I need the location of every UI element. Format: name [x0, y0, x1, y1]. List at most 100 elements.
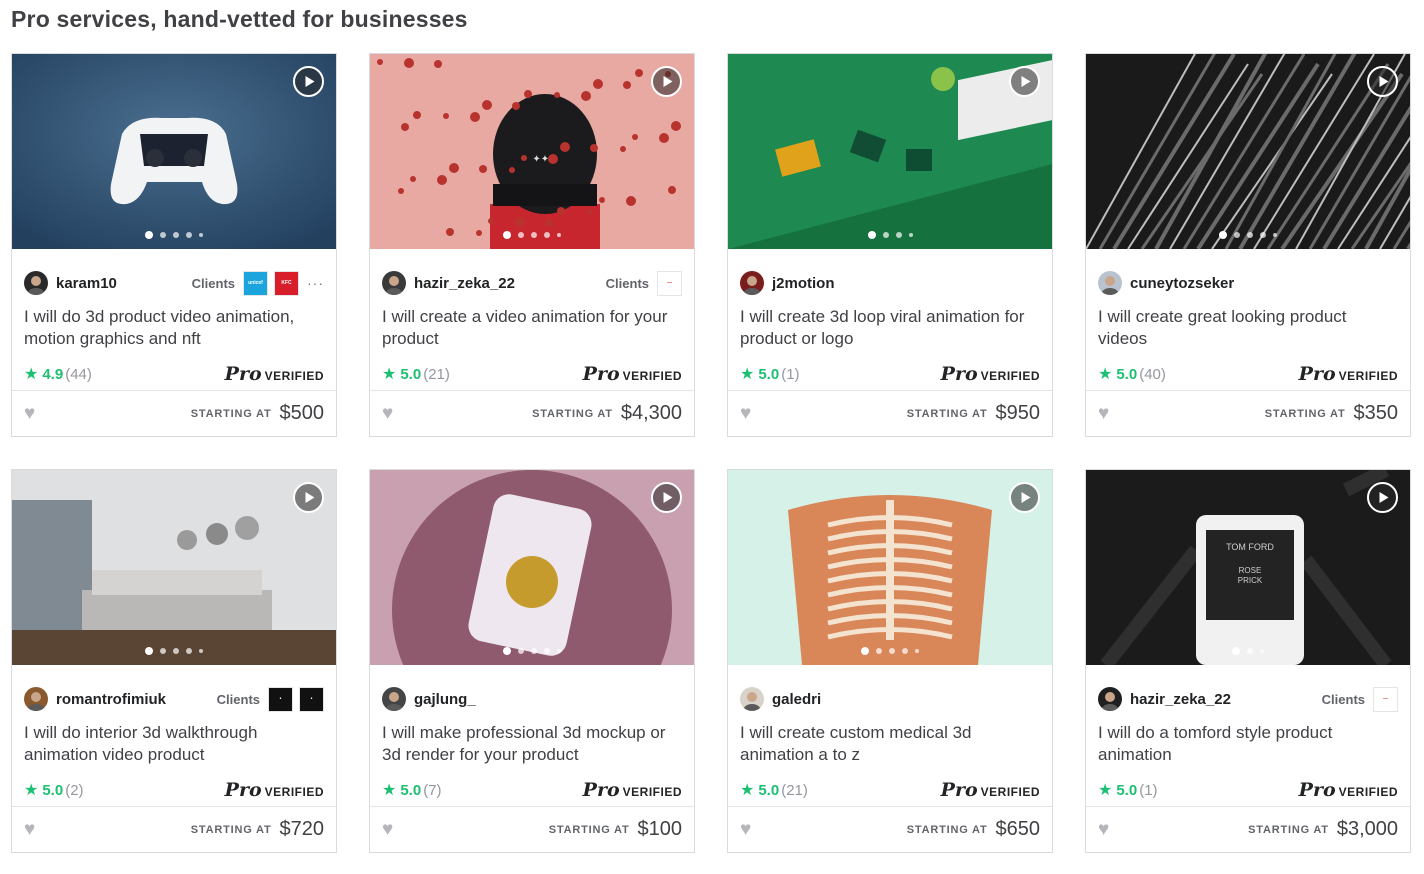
carousel-dot[interactable]	[544, 232, 550, 238]
heart-icon[interactable]: ♥	[24, 819, 35, 841]
carousel-dot[interactable]	[1273, 233, 1277, 237]
more-icon[interactable]: ···	[307, 275, 324, 291]
gig-title[interactable]: I will create 3d loop viral animation fo…	[740, 306, 1038, 350]
carousel-dot[interactable]	[186, 648, 192, 654]
gig-thumbnail[interactable]	[728, 54, 1052, 249]
gig-thumbnail[interactable]: ✦✦✦	[370, 54, 694, 249]
carousel-dot[interactable]	[895, 232, 902, 238]
avatar[interactable]	[382, 687, 406, 711]
heart-icon[interactable]: ♥	[1098, 403, 1109, 425]
gig-card[interactable]: j2motion I will create 3d loop viral ani…	[727, 53, 1053, 437]
gig-title[interactable]: I will make professional 3d mockup or 3d…	[382, 722, 680, 766]
carousel-dot[interactable]	[1234, 232, 1240, 238]
carousel-dot[interactable]	[1260, 649, 1264, 653]
gig-card[interactable]: ✦✦✦ hazir_zeka_22 Clients — I will creat…	[369, 53, 695, 437]
carousel-dot[interactable]	[557, 649, 561, 653]
play-icon[interactable]	[1367, 482, 1398, 513]
starting-at-label: STARTING AT	[1264, 407, 1346, 420]
carousel-dot[interactable]	[1219, 231, 1227, 239]
carousel-dot[interactable]	[1247, 648, 1253, 654]
heart-icon[interactable]: ♥	[740, 403, 751, 425]
avatar[interactable]	[1098, 687, 1122, 711]
seller-name[interactable]: cuneytozseker	[1130, 275, 1234, 292]
carousel-dot[interactable]	[531, 648, 537, 654]
seller-name[interactable]: hazir_zeka_22	[1130, 691, 1231, 708]
carousel-dot[interactable]	[503, 231, 511, 239]
gig-thumbnail[interactable]	[12, 470, 336, 665]
carousel-dots	[728, 231, 1052, 239]
rating-score: 5.0	[1116, 781, 1138, 799]
gig-card[interactable]: gajlung_ I will make professional 3d moc…	[369, 469, 695, 853]
play-icon[interactable]	[1009, 482, 1040, 513]
carousel-dot[interactable]	[557, 233, 561, 237]
play-icon[interactable]	[1009, 66, 1040, 97]
avatar[interactable]	[740, 687, 764, 711]
gig-thumbnail[interactable]: TOM FORD ROSE PRICK	[1086, 470, 1410, 665]
gig-thumbnail[interactable]	[370, 470, 694, 665]
carousel-dot[interactable]	[173, 232, 179, 238]
star-icon: ★	[740, 366, 755, 383]
avatar[interactable]	[24, 271, 48, 295]
play-icon[interactable]	[651, 66, 682, 97]
gig-title[interactable]: I will create a video animation for your…	[382, 306, 680, 350]
avatar[interactable]	[740, 271, 764, 295]
seller-name[interactable]: romantrofimiuk	[56, 691, 166, 708]
carousel-dot[interactable]	[889, 648, 895, 654]
avatar[interactable]	[382, 271, 406, 295]
gig-card[interactable]: karam10 Clients unicef KFC ··· I will do …	[11, 53, 337, 437]
seller-name[interactable]: karam10	[56, 275, 117, 292]
carousel-dot[interactable]	[544, 648, 550, 654]
seller-name[interactable]: j2motion	[772, 275, 835, 292]
carousel-dot[interactable]	[145, 647, 153, 655]
gig-title[interactable]: I will do a tomford style product animat…	[1098, 722, 1396, 766]
carousel-dot[interactable]	[186, 232, 192, 238]
carousel-dot[interactable]	[1232, 647, 1240, 655]
heart-icon[interactable]: ♥	[24, 403, 35, 425]
carousel-dot[interactable]	[160, 648, 166, 654]
play-icon[interactable]	[293, 482, 324, 513]
gig-title[interactable]: I will do interior 3d walkthrough animat…	[24, 722, 322, 766]
avatar[interactable]	[1098, 271, 1122, 295]
carousel-dot[interactable]	[199, 649, 203, 653]
seller-name[interactable]: gajlung_	[414, 691, 476, 708]
gig-card[interactable]: TOM FORD ROSE PRICK hazir_zeka_22 Client…	[1085, 469, 1411, 853]
carousel-dot[interactable]	[902, 648, 908, 654]
carousel-dot[interactable]	[503, 647, 511, 655]
seller-name[interactable]: hazir_zeka_22	[414, 275, 515, 292]
gig-thumbnail[interactable]	[728, 470, 1052, 665]
avatar[interactable]	[24, 687, 48, 711]
carousel-dot[interactable]	[861, 647, 869, 655]
gig-card[interactable]: galedri I will create custom medical 3d …	[727, 469, 1053, 853]
seller-name[interactable]: galedri	[772, 691, 821, 708]
carousel-dot[interactable]	[173, 648, 179, 654]
gig-card[interactable]: cuneytozseker I will create great lookin…	[1085, 53, 1411, 437]
gig-title[interactable]: I will create custom medical 3d animatio…	[740, 722, 1038, 766]
play-icon[interactable]	[293, 66, 324, 97]
play-icon[interactable]	[1367, 66, 1398, 97]
carousel-dot[interactable]	[518, 232, 524, 238]
play-icon[interactable]	[651, 482, 682, 513]
gig-thumbnail[interactable]	[1086, 54, 1410, 249]
gig-title[interactable]: I will do 3d product video animation, mo…	[24, 306, 322, 350]
gig-thumbnail[interactable]	[12, 54, 336, 249]
carousel-dot[interactable]	[915, 649, 919, 653]
carousel-dot[interactable]	[876, 648, 882, 654]
rating-count: (21)	[423, 365, 450, 383]
carousel-dot[interactable]	[160, 232, 166, 238]
carousel-dot[interactable]	[199, 233, 203, 237]
gig-title[interactable]: I will create great looking product vide…	[1098, 306, 1396, 350]
carousel-dot[interactable]	[531, 232, 537, 238]
heart-icon[interactable]: ♥	[382, 403, 393, 425]
carousel-dot[interactable]	[518, 648, 524, 654]
gig-card[interactable]: romantrofimiuk Clients • • I will do inte…	[11, 469, 337, 853]
carousel-dot[interactable]	[882, 232, 889, 238]
carousel-dot[interactable]	[908, 233, 913, 237]
heart-icon[interactable]: ♥	[382, 819, 393, 841]
heart-icon[interactable]: ♥	[740, 819, 751, 841]
carousel-dot[interactable]	[145, 231, 153, 239]
heart-icon[interactable]: ♥	[1098, 819, 1109, 841]
client-logo: •	[299, 686, 324, 712]
carousel-dot[interactable]	[1260, 232, 1266, 238]
carousel-dot[interactable]	[867, 231, 876, 239]
carousel-dot[interactable]	[1247, 232, 1253, 238]
